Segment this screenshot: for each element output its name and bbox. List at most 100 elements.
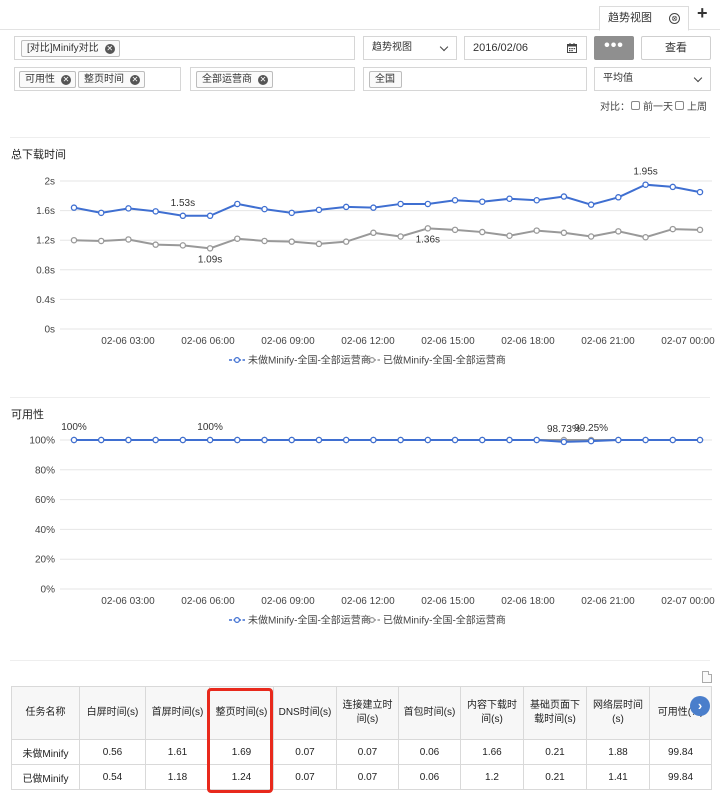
checkbox[interactable]	[631, 101, 640, 110]
series-line	[73, 183, 701, 217]
data-point	[125, 236, 132, 243]
metric-chip: 可用性 ✕	[19, 71, 76, 88]
data-point	[696, 226, 704, 234]
checkbox[interactable]	[675, 101, 684, 110]
x-tick-label: 02-07 00:00	[661, 336, 715, 347]
task-chip-label: [对比]Minify对比	[27, 43, 99, 54]
table-cell: 0.07	[273, 764, 337, 790]
x-tick-label: 02-06 09:00	[261, 596, 315, 607]
aggregate-select[interactable]: 平均值	[594, 67, 711, 91]
metric-chip: 整页时间 ✕	[78, 71, 145, 88]
data-point	[152, 241, 159, 248]
data-point	[424, 225, 432, 232]
view-select[interactable]: 趋势视图	[363, 36, 457, 60]
close-icon[interactable]: ⊗	[669, 13, 680, 24]
table-cell: 1.18	[145, 764, 210, 790]
tab-trend-view[interactable]: 趋势视图 ⊗	[599, 6, 689, 31]
compare-label: 对比：	[600, 102, 630, 113]
table-cell: 0.56	[79, 739, 146, 765]
export-icon[interactable]	[702, 671, 712, 683]
divider	[10, 397, 710, 398]
data-point	[451, 436, 459, 444]
data-point	[533, 196, 540, 204]
data-point	[179, 436, 187, 444]
data-label: 1.95s	[633, 167, 657, 178]
data-point	[642, 233, 649, 241]
legend-label: 已做Minify-全国-全部运营商	[383, 614, 506, 627]
data-point	[669, 436, 677, 444]
add-tab-icon[interactable]: +	[697, 2, 708, 24]
table-row: 已做Minify 0.54 1.18 1.24 0.07 0.07 0.06 1…	[11, 764, 712, 790]
data-point	[125, 205, 132, 212]
table-cell: 99.84	[649, 739, 712, 765]
data-point	[615, 436, 622, 444]
data-point	[342, 203, 350, 211]
column-header: DNS时间(s)	[273, 686, 337, 740]
legend-label: 已做Minify-全国-全部运营商	[383, 354, 506, 367]
data-point	[587, 437, 595, 445]
download-time-chart: 2s 1.6s 1.2s 0.8s 0.4s 0s 02-06 03:00 02-06 06:…	[36, 167, 715, 367]
view-select-value: 趋势视图	[372, 42, 412, 53]
calendar-icon	[567, 43, 577, 53]
y-tick-label: 0.4s	[36, 295, 55, 306]
metric-selector[interactable]: 可用性 ✕ 整页时间 ✕	[14, 67, 181, 91]
y-tick-label: 100%	[29, 436, 55, 447]
data-point	[696, 188, 704, 196]
data-point	[342, 238, 350, 245]
table-cell: 0.07	[336, 739, 399, 765]
y-tick-label: 1.6s	[36, 206, 55, 217]
remove-chip-icon[interactable]: ✕	[258, 75, 268, 85]
task-selector[interactable]: [对比]Minify对比 ✕	[14, 36, 355, 60]
data-point	[288, 436, 295, 444]
table-cell: 1.61	[145, 739, 210, 765]
y-tick-label: 20%	[35, 555, 55, 566]
table-cell: 0.06	[398, 739, 461, 765]
y-tick-label: 2s	[44, 177, 55, 188]
more-options-button[interactable]: •••	[594, 36, 634, 60]
series-line	[73, 227, 701, 250]
data-point	[479, 436, 486, 444]
x-tick-label: 02-06 12:00	[341, 596, 395, 607]
remove-chip-icon[interactable]: ✕	[61, 75, 71, 85]
compare-option-label: 上周	[687, 102, 707, 113]
data-label: 1.53s	[171, 198, 195, 209]
x-tick-label: 02-06 12:00	[341, 336, 395, 347]
data-point	[179, 242, 187, 249]
column-header: 整页时间(s)	[209, 686, 274, 740]
y-tick-label: 0s	[44, 325, 55, 336]
x-tick-label: 02-06 21:00	[581, 596, 635, 607]
data-point	[152, 436, 159, 444]
compare-prev-day[interactable]: 前一天	[631, 98, 673, 113]
tab-bar: 趋势视图 ⊗ +	[0, 0, 720, 31]
tab-label: 趋势视图	[608, 12, 652, 24]
data-point	[506, 195, 513, 203]
remove-chip-icon[interactable]: ✕	[130, 75, 140, 85]
data-point	[342, 436, 350, 444]
data-point	[234, 200, 241, 208]
table-row: 未做Minify 0.56 1.61 1.69 0.07 0.07 0.06 1…	[11, 739, 712, 765]
query-button[interactable]: 查看	[641, 36, 711, 60]
date-input[interactable]: 2016/02/06	[464, 36, 587, 60]
data-point	[315, 240, 323, 248]
isp-selector[interactable]: 全部运营商 ✕	[190, 67, 355, 91]
column-header: 连接建立时间(s)	[336, 686, 399, 740]
region-chip-label: 全国	[375, 74, 395, 85]
table-cell: 0.21	[523, 739, 587, 765]
isp-chip: 全部运营商 ✕	[196, 71, 273, 88]
data-point	[97, 237, 105, 245]
data-point	[70, 436, 78, 444]
region-selector[interactable]: 全国	[363, 67, 587, 91]
region-chip: 全国	[369, 71, 402, 88]
aggregate-select-value: 平均值	[603, 73, 633, 84]
compare-option-label: 前一天	[643, 102, 673, 113]
remove-chip-icon[interactable]: ✕	[104, 44, 115, 54]
compare-last-week[interactable]: 上周	[675, 98, 707, 113]
data-point	[669, 183, 677, 191]
data-point	[451, 226, 459, 234]
scroll-right-button[interactable]: ›	[690, 696, 710, 716]
data-point	[70, 204, 78, 211]
table-cell: 1.88	[586, 739, 650, 765]
x-tick-label: 02-06 06:00	[181, 596, 235, 607]
table-cell: 1.41	[586, 764, 650, 790]
data-point	[587, 201, 595, 208]
